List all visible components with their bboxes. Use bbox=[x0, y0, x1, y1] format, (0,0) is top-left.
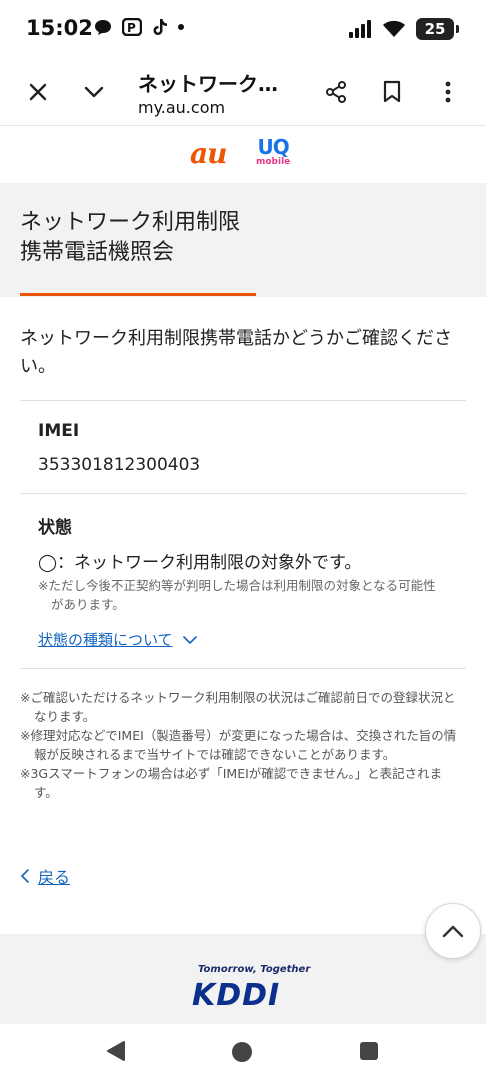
status-time: 15:02 bbox=[26, 16, 93, 40]
status-types-link[interactable]: 状態の種類について bbox=[38, 629, 197, 650]
page-heading-band: ネットワーク利用制限 携帯電話機照会 bbox=[0, 183, 486, 297]
status-note: ※ただし今後不正契約等が判明した場合は利用制限の対象となる可能性があります。 bbox=[38, 578, 436, 612]
nav-home-icon[interactable] bbox=[232, 1042, 252, 1062]
chevron-up-icon bbox=[442, 925, 464, 938]
scroll-to-top-button[interactable] bbox=[425, 903, 481, 959]
heading-line-1: ネットワーク利用制限 bbox=[20, 210, 241, 235]
divider bbox=[20, 493, 466, 494]
back-link[interactable]: 戻る bbox=[20, 864, 70, 888]
heading-line-2: 携帯電話機照会 bbox=[20, 240, 175, 265]
tiktok-icon bbox=[153, 19, 167, 35]
signal-icon bbox=[349, 20, 371, 38]
imei-value: 353301812300403 bbox=[38, 455, 201, 475]
page-url[interactable]: my.au.com bbox=[138, 98, 225, 117]
nav-back-icon[interactable] bbox=[106, 1040, 126, 1062]
share-icon[interactable] bbox=[322, 78, 350, 106]
note-item: ※ご確認いただけるネットワーク利用制限の状況はご確認前日での登録状況となります。 bbox=[20, 690, 456, 724]
page-heading: ネットワーク利用制限 携帯電話機照会 bbox=[20, 208, 240, 268]
status-value: ◯：ネットワーク利用制限の対象外です。 bbox=[38, 553, 362, 573]
divider bbox=[20, 668, 466, 669]
status-label: 状態 bbox=[38, 518, 72, 538]
battery-indicator: 25 bbox=[416, 18, 459, 40]
heading-underline bbox=[20, 293, 256, 296]
intro-text: ネットワーク利用制限携帯電話かどうかご確認ください。 bbox=[20, 328, 452, 377]
more-notifications-dot bbox=[178, 24, 184, 30]
system-nav-bar bbox=[0, 1024, 486, 1080]
browser-toolbar: ネットワーク… my.au.com bbox=[0, 60, 486, 126]
uq-logo-main: UQ bbox=[257, 135, 290, 159]
wifi-icon bbox=[383, 20, 405, 37]
notes-list: ※ご確認いただけるネットワーク利用制限の状況はご確認前日での登録状況となります。… bbox=[20, 688, 460, 802]
kddi-logo[interactable]: KDDI bbox=[192, 978, 280, 1013]
back-link-label: 戻る bbox=[38, 868, 71, 887]
kddi-tagline: Tomorrow, Together bbox=[198, 964, 311, 975]
uq-logo-sub: mobile bbox=[256, 157, 291, 167]
status-bar: 15:02 P 25 bbox=[0, 0, 486, 60]
imei-label: IMEI bbox=[38, 421, 80, 441]
chevron-down-icon[interactable] bbox=[80, 78, 108, 106]
close-icon[interactable] bbox=[24, 78, 52, 106]
app-notification-icon: P bbox=[122, 18, 142, 36]
uq-mobile-logo[interactable]: UQ mobile bbox=[256, 137, 290, 167]
brand-header: au UQ mobile bbox=[0, 127, 486, 183]
notification-icons: P bbox=[94, 18, 184, 36]
au-logo[interactable]: au bbox=[190, 137, 227, 170]
divider bbox=[20, 400, 466, 401]
svg-text:P: P bbox=[127, 21, 136, 35]
status-types-link-label: 状態の種類について bbox=[38, 631, 173, 649]
system-indicators: 25 bbox=[348, 18, 459, 40]
page-title: ネットワーク… bbox=[138, 72, 278, 96]
more-options-icon[interactable] bbox=[434, 78, 462, 106]
footer: Tomorrow, Together KDDI bbox=[0, 934, 486, 1024]
note-item: ※修理対応などでIMEI（製造番号）が変更になった場合は、交換された旨の情報が反… bbox=[20, 728, 457, 762]
chevron-left-icon bbox=[21, 869, 29, 883]
chevron-down-icon bbox=[182, 635, 197, 644]
chat-bubble-icon bbox=[95, 20, 111, 35]
bookmark-icon[interactable] bbox=[378, 78, 406, 106]
nav-recents-icon[interactable] bbox=[360, 1042, 378, 1060]
note-item: ※3Gスマートフォンの場合は必ず「IMEIが確認できません。」と表記されます。 bbox=[20, 766, 443, 800]
